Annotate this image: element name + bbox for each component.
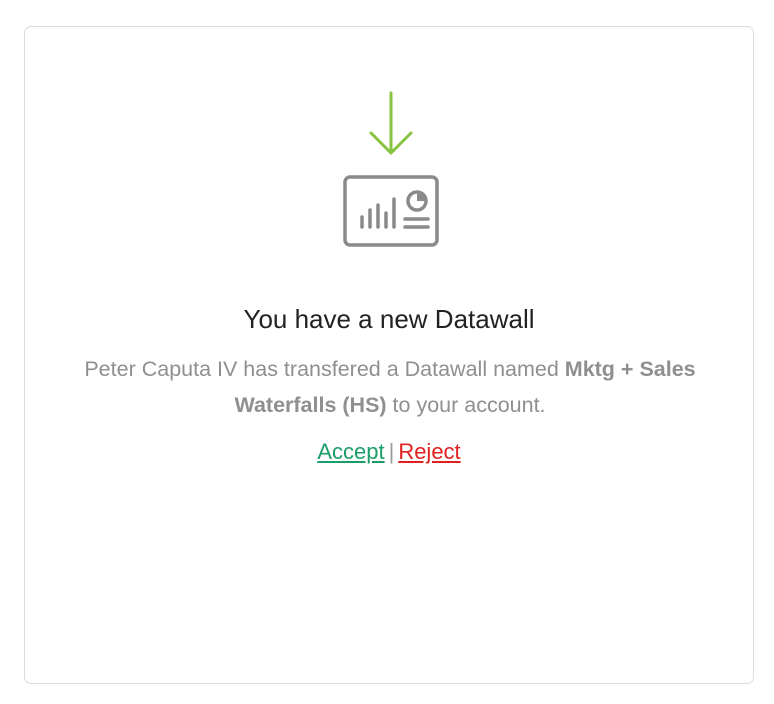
dashboard-icon (343, 175, 439, 247)
icon-area (25, 27, 753, 267)
download-dashboard-icon (343, 91, 439, 247)
reject-link[interactable]: Reject (398, 439, 460, 464)
message-suffix: to your account. (386, 393, 546, 417)
notification-title: You have a new Datawall (243, 304, 535, 334)
action-links: Accept | Reject (25, 437, 753, 467)
action-separator: | (388, 439, 395, 464)
accept-link[interactable]: Accept (317, 439, 384, 464)
message-prefix: Peter Caputa IV has transfered a Datawal… (84, 357, 565, 381)
notification-message: Peter Caputa IV has transfered a Datawal… (75, 351, 705, 423)
download-arrow-icon (369, 91, 413, 155)
datawall-transfer-card: You have a new Datawall Peter Caputa IV … (24, 26, 754, 684)
